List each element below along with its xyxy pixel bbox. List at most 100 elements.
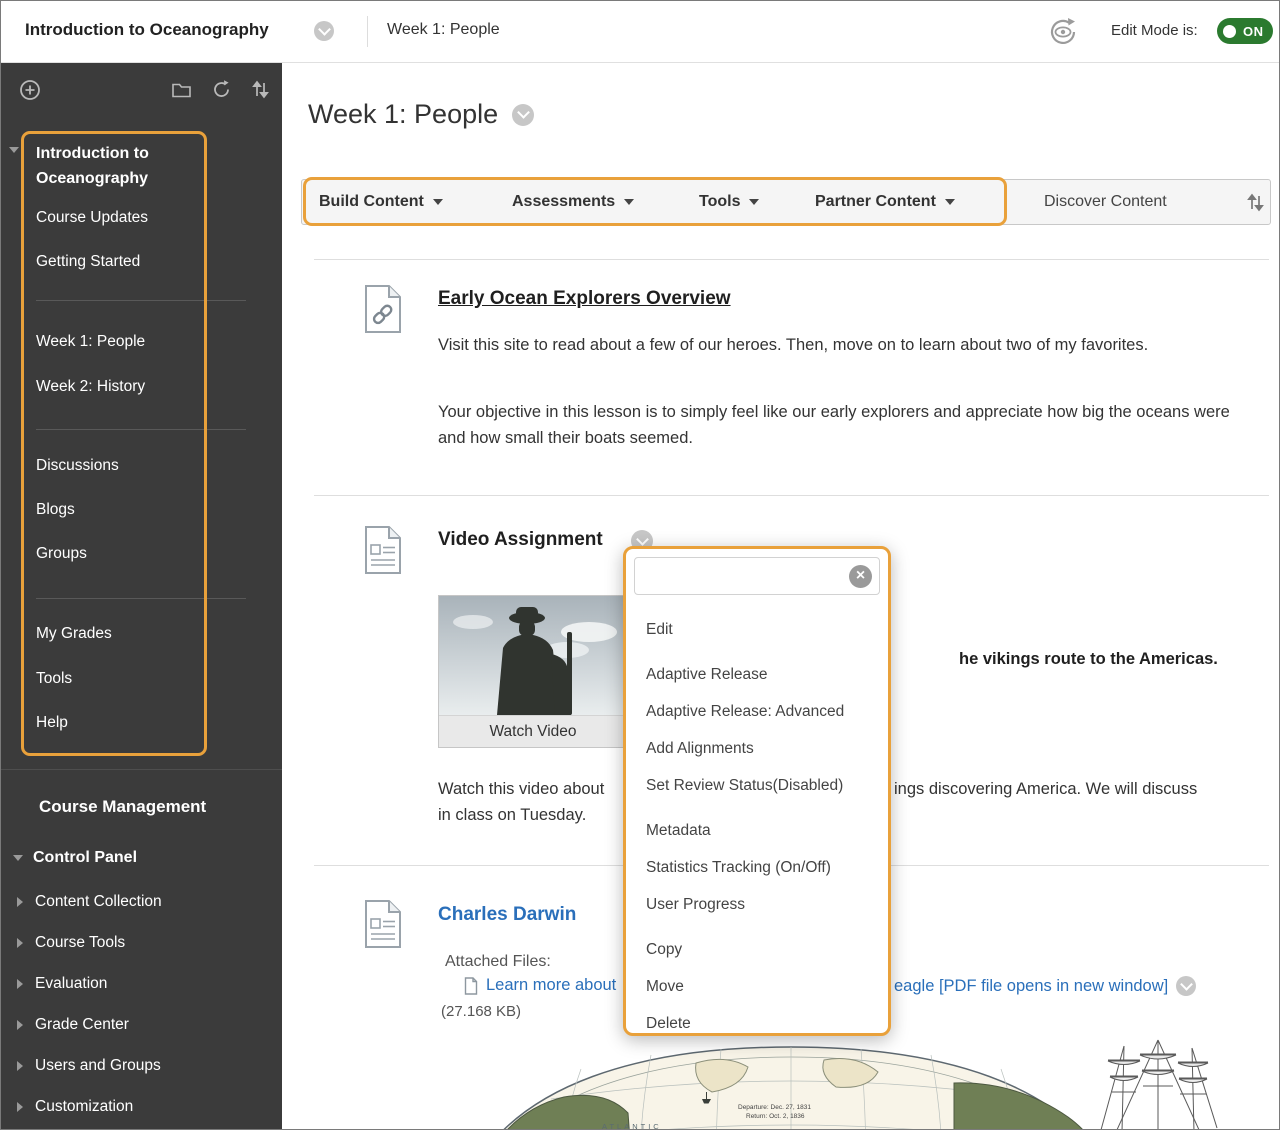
sidebar-item-tools[interactable]: Tools [36, 670, 72, 688]
sidebar-item-customization[interactable]: Customization [17, 1098, 133, 1116]
context-menu-body: Edit Adaptive Release Adaptive Release: … [626, 603, 888, 1056]
item-title[interactable]: Video Assignment [438, 529, 603, 551]
watch-video-label[interactable]: Watch Video [439, 715, 627, 747]
top-header: Introduction to Oceanography Week 1: Peo… [1, 1, 1279, 63]
chevron-right-icon [17, 1102, 23, 1112]
map-ocean-label: ATLANTIC [602, 1122, 662, 1130]
sidebar: Introduction to Oceanography Course Upda… [1, 63, 282, 1129]
sidebar-item-grade-center[interactable]: Grade Center [17, 1016, 129, 1034]
menu-item-user-progress[interactable]: User Progress [646, 886, 888, 923]
sidebar-item-help[interactable]: Help [36, 714, 68, 732]
menu-item-adaptive-release[interactable]: Adaptive Release [646, 656, 888, 693]
chevron-down-icon [749, 199, 759, 205]
chevron-right-icon [17, 897, 23, 907]
item-title-link[interactable]: Charles Darwin [438, 904, 576, 926]
discover-content-label: Discover Content [1044, 193, 1167, 211]
chevron-down-icon [624, 199, 634, 205]
sidebar-item-label: Users and Groups [35, 1057, 161, 1075]
video-bold-text-fragment: he vikings route to the Americas. [959, 650, 1218, 669]
sidebar-item-week-1-people[interactable]: Week 1: People [36, 333, 145, 351]
pdf-link-suffix[interactable]: eagle [PDF file opens in new window] [894, 977, 1168, 996]
sidebar-item-course-updates[interactable]: Course Updates [36, 209, 148, 227]
sidebar-menu-title[interactable]: Introduction to Oceanography [36, 141, 186, 191]
reorder-items-icon[interactable] [1246, 180, 1265, 224]
file-icon [464, 977, 478, 995]
content-item-early-ocean-explorers: Early Ocean Explorers Overview Visit thi… [314, 260, 1269, 496]
discover-content-button[interactable]: Discover Content [1044, 180, 1167, 224]
menu-divider [36, 598, 246, 599]
menu-item-adaptive-release-advanced[interactable]: Adaptive Release: Advanced [646, 693, 888, 730]
edit-mode-value: ON [1243, 24, 1264, 39]
context-menu-header: × [634, 557, 880, 595]
sidebar-item-users-and-groups[interactable]: Users and Groups [17, 1057, 161, 1075]
attached-file-row: Learn more about [464, 976, 616, 995]
video-description-left: Watch this video about [438, 776, 604, 802]
page-title-row: Week 1: People [308, 99, 534, 130]
folder-view-icon[interactable] [171, 81, 192, 104]
menu-item-add-alignments[interactable]: Add Alignments [646, 730, 888, 767]
chevron-down-icon [13, 855, 23, 861]
tools-button[interactable]: Tools [699, 180, 759, 224]
sidebar-item-week-2-history[interactable]: Week 2: History [36, 378, 145, 396]
course-management-heading: Course Management [39, 797, 206, 817]
item-context-menu: × Edit Adaptive Release Adaptive Release… [623, 546, 891, 1036]
link-document-icon [363, 284, 403, 339]
chevron-down-icon [433, 199, 443, 205]
menu-item-metadata[interactable]: Metadata [646, 812, 888, 849]
menu-item-edit[interactable]: Edit [646, 611, 888, 648]
menu-item-move[interactable]: Move [646, 968, 888, 1005]
menu-item-set-review-status[interactable]: Set Review Status(Disabled) [646, 767, 888, 804]
menu-item-statistics-tracking[interactable]: Statistics Tracking (On/Off) [646, 849, 888, 886]
video-description-line2: in class on Tuesday. [438, 802, 586, 828]
item-title-link[interactable]: Early Ocean Explorers Overview [438, 288, 731, 310]
reorder-icon[interactable] [251, 79, 270, 105]
assessments-button[interactable]: Assessments [512, 180, 634, 224]
edit-mode-toggle-dot [1223, 25, 1236, 38]
sidebar-item-label: Customization [35, 1098, 133, 1116]
text-document-icon [363, 525, 403, 580]
sidebar-item-blogs[interactable]: Blogs [36, 501, 75, 519]
pdf-link-prefix[interactable]: Learn more about [486, 976, 616, 995]
sidebar-item-label: Content Collection [35, 893, 162, 911]
blackboard-course-page: Introduction to Oceanography Week 1: Peo… [0, 0, 1280, 1130]
collapse-menu-icon[interactable] [9, 147, 19, 153]
sidebar-item-discussions[interactable]: Discussions [36, 457, 119, 475]
build-content-button[interactable]: Build Content [319, 180, 443, 224]
student-preview-icon[interactable] [1043, 17, 1083, 52]
add-menu-item-icon[interactable] [19, 79, 41, 106]
chevron-right-icon [17, 1061, 23, 1071]
sidebar-item-my-grades[interactable]: My Grades [36, 625, 112, 643]
menu-item-delete[interactable]: Delete [646, 1005, 888, 1042]
close-icon[interactable]: × [849, 565, 872, 588]
file-size: (27.168 KB) [441, 1003, 521, 1020]
sidebar-item-content-collection[interactable]: Content Collection [17, 893, 162, 911]
sidebar-item-label: Grade Center [35, 1016, 129, 1034]
file-options-chevron-icon[interactable] [1176, 976, 1196, 996]
refresh-icon[interactable] [211, 79, 232, 105]
map-annotation-return: Return: Oct. 2, 1836 [746, 1113, 805, 1120]
menu-item-copy[interactable]: Copy [646, 931, 888, 968]
partner-content-button[interactable]: Partner Content [815, 180, 955, 224]
course-title: Introduction to Oceanography [25, 20, 269, 40]
sidebar-item-groups[interactable]: Groups [36, 545, 87, 563]
ship-illustration [1096, 1038, 1221, 1130]
sidebar-item-getting-started[interactable]: Getting Started [36, 253, 140, 271]
edit-mode-toggle[interactable]: ON [1217, 18, 1273, 44]
tools-label: Tools [699, 193, 740, 211]
partner-content-label: Partner Content [815, 193, 936, 211]
menu-divider [36, 429, 246, 430]
chevron-right-icon [17, 979, 23, 989]
page-title-menu-chevron-icon[interactable] [512, 104, 534, 126]
sidebar-section-divider [1, 769, 282, 770]
sidebar-item-control-panel[interactable]: Control Panel [13, 849, 137, 867]
text-document-icon [363, 899, 403, 954]
edit-mode-label: Edit Mode is: [1111, 22, 1198, 39]
action-bar: Build Content Assessments Tools Partner … [301, 179, 1271, 225]
video-thumbnail[interactable]: Watch Video [438, 595, 628, 748]
control-panel-label: Control Panel [33, 849, 137, 867]
sidebar-item-evaluation[interactable]: Evaluation [17, 975, 107, 993]
video-description-right: ings discovering America. We will discus… [894, 776, 1197, 802]
assessments-label: Assessments [512, 193, 615, 211]
course-title-menu-chevron-icon[interactable] [314, 21, 334, 41]
sidebar-item-course-tools[interactable]: Course Tools [17, 934, 125, 952]
